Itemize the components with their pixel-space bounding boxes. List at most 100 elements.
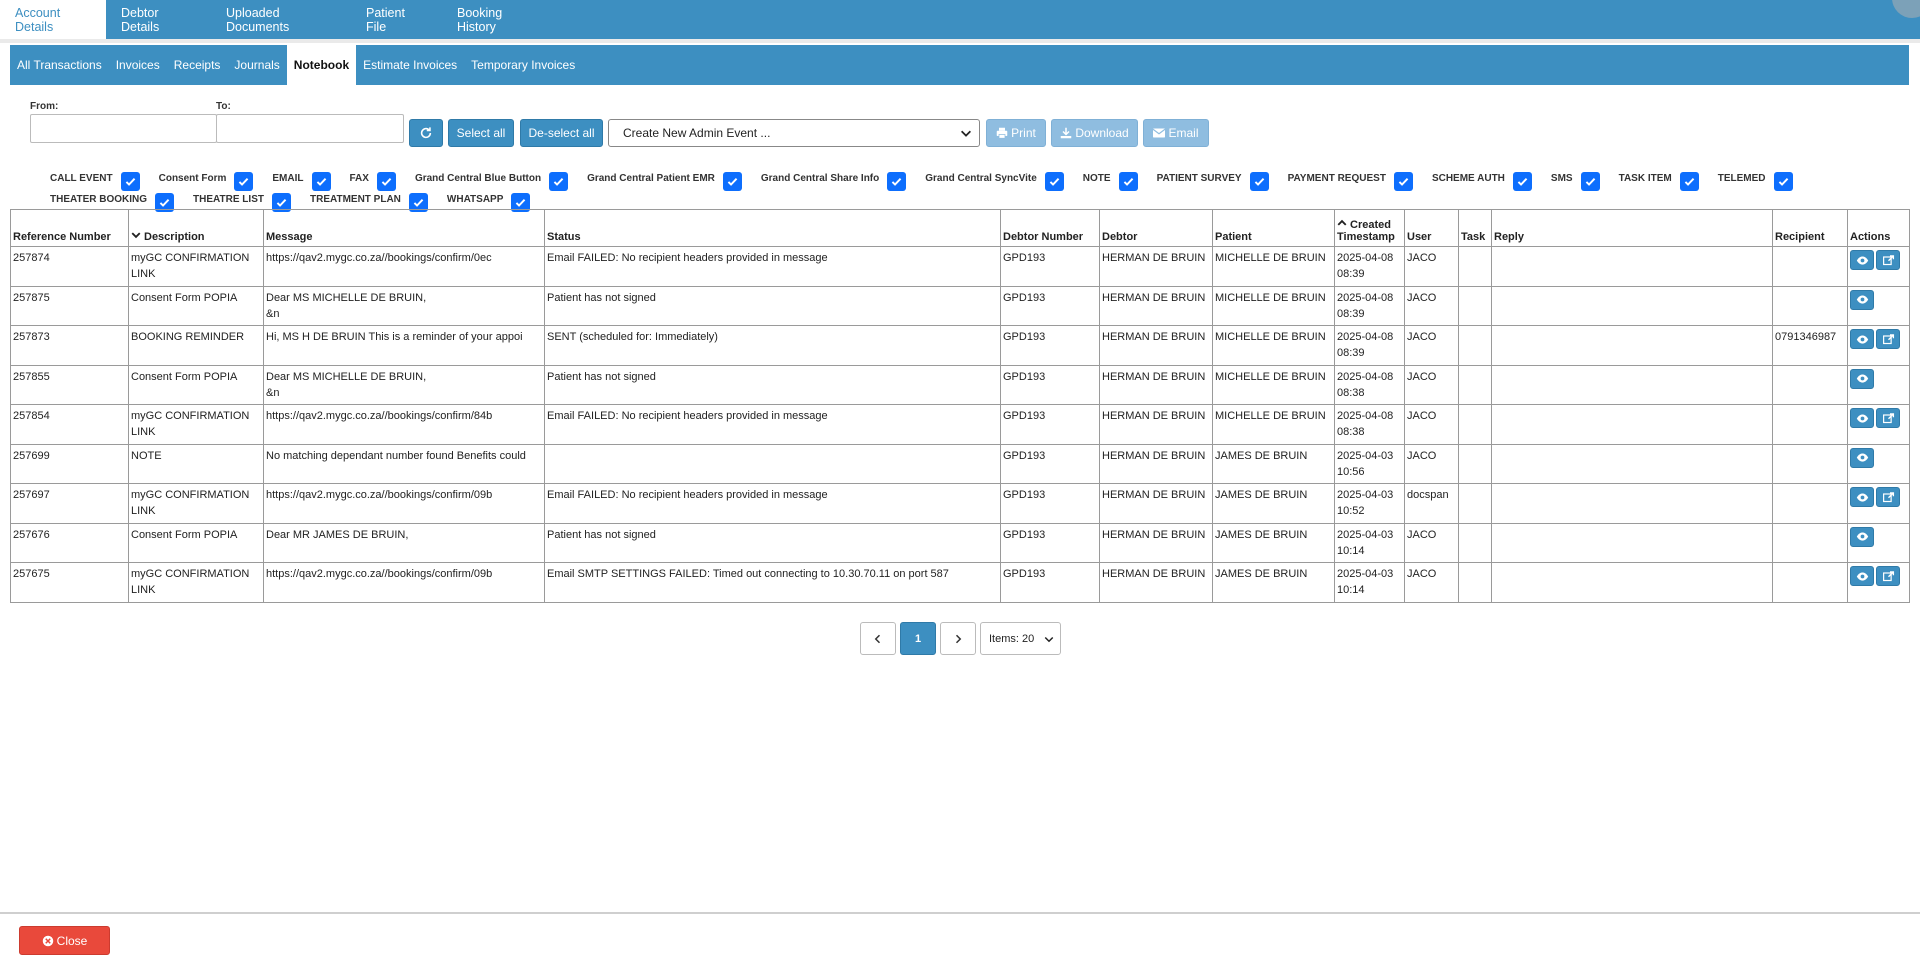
column-header-label: Recipient [1775, 231, 1825, 243]
print-button[interactable]: Print [986, 119, 1046, 147]
admin-event-select[interactable]: Create New Admin Event ... [608, 119, 980, 147]
tab-uploaded-documents[interactable]: Uploaded Documents [211, 0, 351, 39]
event-filter-checkbox[interactable] [887, 172, 907, 191]
table-cell: NOTE [128, 443, 264, 484]
event-filter-label: CALL EVENT [50, 173, 113, 184]
event-filter-checkbox[interactable] [1044, 172, 1064, 191]
table-row[interactable]: 257676 Consent Form POPIA Dear MR JAMES DE… [10, 522, 1910, 563]
column-header[interactable]: Status [544, 209, 1001, 247]
event-filter-checkbox[interactable] [722, 172, 742, 191]
subtab-notebook[interactable]: Notebook [286, 45, 357, 85]
subtab-invoices[interactable]: Invoices [109, 45, 167, 85]
actions-cell [1847, 364, 1910, 405]
column-header-label: Patient [1215, 231, 1252, 243]
to-date-input[interactable] [216, 114, 404, 143]
deselect-all-button[interactable]: De-select all [520, 119, 603, 147]
column-header[interactable]: User [1404, 209, 1459, 247]
view-button[interactable] [1850, 526, 1874, 547]
event-filter-checkbox[interactable] [376, 172, 396, 191]
table-cell: MICHELLE DE BRUIN [1212, 364, 1335, 405]
event-filter-checkbox[interactable] [1773, 172, 1793, 191]
share-button[interactable] [1876, 329, 1900, 349]
table-row[interactable]: 257675 myGC CONFIRMATION LINK https://qav2… [10, 562, 1910, 603]
prev-page-button[interactable] [860, 622, 896, 655]
column-header[interactable]: Actions [1847, 209, 1910, 247]
event-filter-checkbox[interactable] [1512, 172, 1532, 191]
select-all-button[interactable]: Select all [448, 119, 514, 147]
event-filter-checkbox[interactable] [234, 172, 254, 191]
table-row[interactable]: 257875 Consent Form POPIA Dear MS MICHELLE… [10, 285, 1910, 326]
table-row[interactable]: 257854 myGC CONFIRMATION LINK https://qav2… [10, 404, 1910, 445]
column-header[interactable]: Debtor [1099, 209, 1213, 247]
table-cell: JACO [1404, 522, 1459, 563]
from-date-input[interactable] [30, 114, 217, 143]
share-button[interactable] [1876, 566, 1900, 586]
subtab-temporary-invoices[interactable]: Temporary Invoices [464, 45, 582, 85]
table-cell: Dear MR JAMES DE BRUIN, [263, 522, 545, 563]
column-header[interactable]: Reply [1491, 209, 1773, 247]
view-button[interactable] [1850, 447, 1874, 468]
column-header[interactable]: Recipient [1772, 209, 1848, 247]
event-filter-checkbox[interactable] [120, 172, 140, 191]
tab-debtor-details[interactable]: Debtor Details [106, 0, 211, 39]
next-page-button[interactable] [940, 622, 976, 655]
event-filter-checkbox[interactable] [1679, 172, 1699, 191]
email-button[interactable]: Email [1143, 119, 1209, 147]
event-filter-checkbox[interactable] [311, 172, 331, 191]
column-header[interactable]: Created Timestamp [1334, 209, 1405, 247]
view-button[interactable] [1850, 289, 1874, 310]
view-button[interactable] [1850, 566, 1874, 586]
refresh-button[interactable] [409, 119, 443, 147]
check-icon [1778, 177, 1788, 186]
items-per-page-select[interactable]: Items: 20 [980, 622, 1061, 655]
event-filter-checkbox[interactable] [1393, 172, 1413, 191]
column-header[interactable]: Task [1458, 209, 1492, 247]
close-button[interactable]: Close [19, 926, 110, 955]
column-header-label: Actions [1850, 231, 1891, 243]
table-cell: https://qav2.mygc.co.za//bookings/confir… [263, 483, 545, 524]
subtab-receipts[interactable]: Receipts [167, 45, 228, 85]
close-circle-icon [42, 935, 53, 946]
column-header[interactable]: Reference Number [10, 209, 129, 247]
table-row[interactable]: 257873 BOOKING REMINDER Hi, MS H DE BRUIN … [10, 325, 1910, 366]
table-cell: Patient has not signed [544, 364, 1001, 405]
event-filter-checkbox[interactable] [549, 172, 569, 191]
view-button[interactable] [1850, 487, 1874, 507]
tab-booking-history[interactable]: Booking History [442, 0, 559, 39]
view-button[interactable] [1850, 408, 1874, 428]
subtab-journals[interactable]: Journals [227, 45, 286, 85]
share-button[interactable] [1876, 487, 1900, 507]
view-button[interactable] [1850, 368, 1874, 389]
table-cell: JACO [1404, 443, 1459, 484]
column-header[interactable]: Message [263, 209, 545, 247]
subtab-estimate-invoices[interactable]: Estimate Invoices [356, 45, 464, 85]
table-row[interactable]: 257699 NOTE No matching dependant number f… [10, 443, 1910, 484]
table-cell: GPD193 [1000, 562, 1100, 603]
check-icon [125, 177, 135, 186]
column-header[interactable]: Description [128, 209, 264, 247]
share-button[interactable] [1876, 408, 1900, 428]
event-filter-checkbox[interactable] [1249, 172, 1269, 191]
column-header[interactable]: Patient [1212, 209, 1335, 247]
table-row[interactable]: 257855 Consent Form POPIA Dear MS MICHELLE… [10, 364, 1910, 405]
event-filter-checkbox[interactable] [1118, 172, 1138, 191]
download-button[interactable]: Download [1051, 119, 1138, 147]
table-row[interactable]: 257874 myGC CONFIRMATION LINK https://qav2… [10, 246, 1910, 287]
table-cell [544, 443, 1001, 484]
table-cell: Patient has not signed [544, 285, 1001, 326]
view-button[interactable] [1850, 329, 1874, 349]
table-cell: JACO [1404, 246, 1459, 287]
share-button[interactable] [1876, 250, 1900, 270]
table-cell [1491, 522, 1773, 563]
table-header-row: Reference Number Description Message Status… [10, 209, 1910, 247]
table-row[interactable]: 257697 myGC CONFIRMATION LINK https://qav2… [10, 483, 1910, 524]
tab-patient-file[interactable]: Patient File [351, 0, 442, 39]
tab-account-details[interactable]: Account Details [0, 0, 106, 39]
table-cell: GPD193 [1000, 285, 1100, 326]
view-button[interactable] [1850, 250, 1874, 270]
download-icon [1061, 127, 1072, 139]
event-filter-checkbox[interactable] [1580, 172, 1600, 191]
page-1-button[interactable]: 1 [900, 622, 936, 655]
subtab-all-transactions[interactable]: All Transactions [10, 45, 109, 85]
column-header[interactable]: Debtor Number [1000, 209, 1100, 247]
